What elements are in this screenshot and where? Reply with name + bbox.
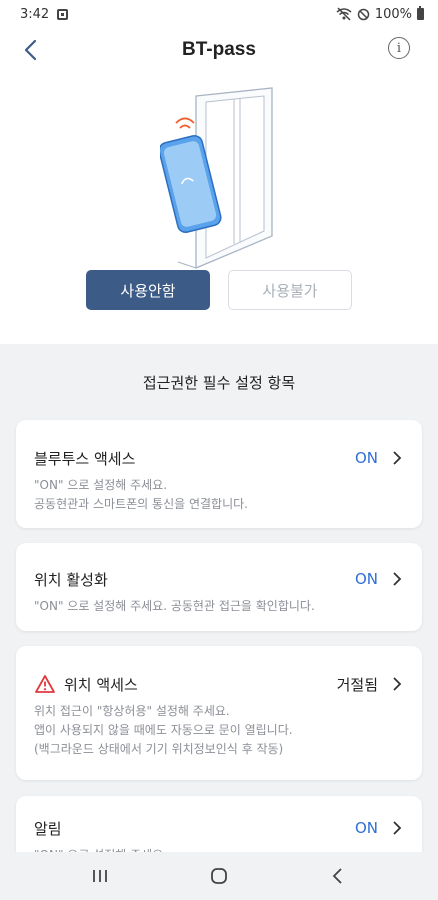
card-bluetooth-access[interactable]: 블루투스 액세스 ON "ON" 으로 설정해 주세요. 공동현관과 스마트폰의… [16,420,422,528]
action-buttons: 사용안함 사용불가 [0,270,438,310]
chevron-right-icon [393,451,402,465]
card-description: "ON" 으로 설정해 주세요. 공동현관 접근을 확인합니다. [34,599,315,613]
section-title: 접근권한 필수 설정 항목 [142,374,296,392]
do-not-disturb-icon [357,8,370,20]
info-icon: i [396,40,402,56]
disable-button[interactable]: 사용안함 [86,270,210,310]
chevron-right-icon [393,821,402,835]
chevron-right-icon [393,572,402,586]
back-arrow-icon [24,39,37,61]
card-description: "ON" 으로 설정해 주세요. 공동현관과 스마트폰의 통신을 연결합니다. [34,478,248,511]
card-title: 위치 액세스 [64,675,138,694]
system-nav-bar [0,852,438,900]
card-title: 알림 [34,819,62,838]
chevron-right-icon [393,677,402,691]
card-location-enable[interactable]: 위치 활성화 ON "ON" 으로 설정해 주세요. 공동현관 접근을 확인합니… [16,543,422,631]
card-title: 위치 활성화 [34,570,108,589]
wifi-off-icon [336,7,352,21]
page-title: BT-pass [182,39,256,60]
notification-icon [57,8,69,20]
status-time: 3:42 [20,6,50,22]
home-icon[interactable] [209,866,229,886]
status-label: 거절됨 [336,675,378,694]
status-label: ON [354,570,378,588]
top-section: BT-pass i 사용안함 사용불가 [0,28,438,344]
info-button[interactable]: i [388,37,410,59]
battery-percent: 100% [374,6,412,22]
card-title: 블루투스 액세스 [34,449,136,468]
recent-apps-icon[interactable] [90,867,110,885]
card-location-access[interactable]: 위치 액세스 거절됨 위치 접근이 "항상허용" 설정해 주세요. 앱이 사용되… [16,646,422,780]
warning-icon [35,675,55,693]
phone-door-illustration [160,87,273,269]
status-bar: 3:42 100% [0,0,438,28]
back-button[interactable] [16,36,44,64]
header: BT-pass i [0,28,438,72]
unavailable-button[interactable]: 사용불가 [228,270,352,310]
battery-icon [417,6,424,20]
status-label: ON [354,819,378,837]
status-label: ON [354,449,378,467]
card-description: 위치 접근이 "항상허용" 설정해 주세요. 앱이 사용되지 않을 때에도 자동… [34,704,293,756]
back-nav-icon[interactable] [328,866,348,886]
